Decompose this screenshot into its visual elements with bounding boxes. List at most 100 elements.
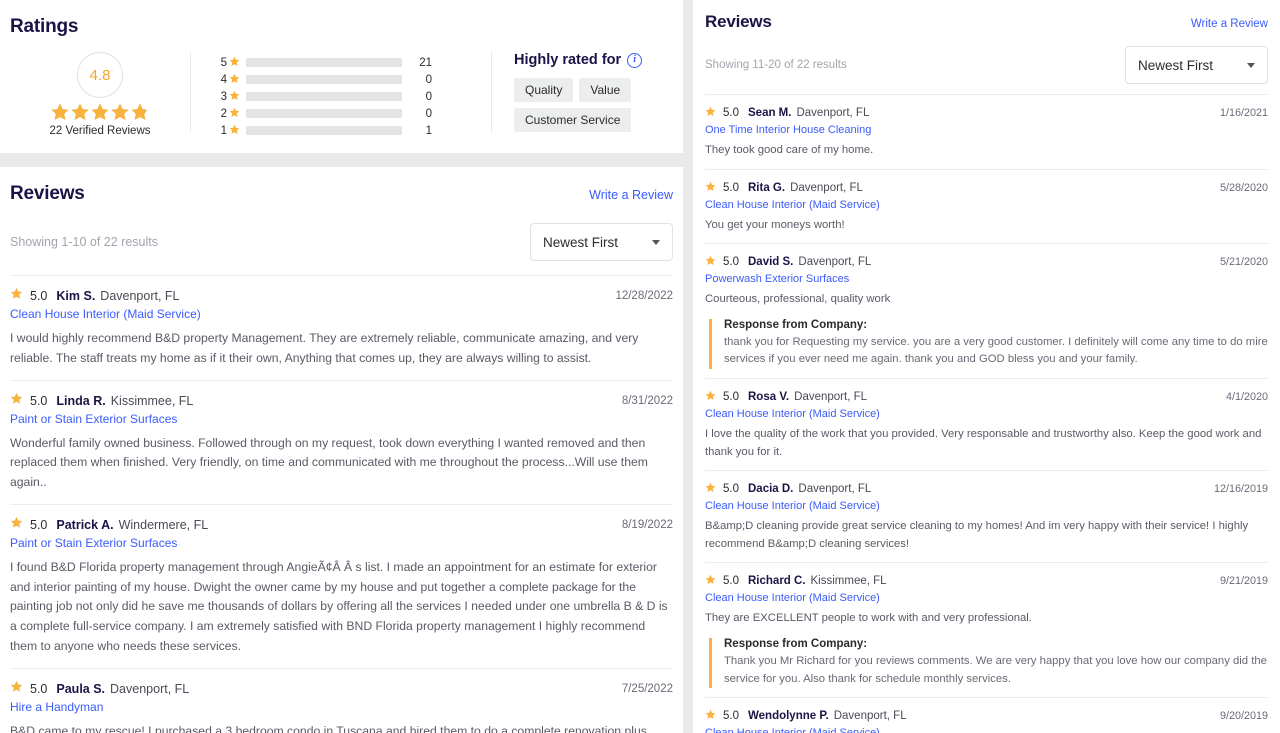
ratings-card: Ratings 4.8 22 Verified Reviews 5 21 4 0 3 0 2…	[0, 0, 683, 153]
reviews-heading: Reviews	[705, 12, 772, 31]
reviewer-name: Patrick A.	[56, 517, 114, 532]
review-score: 5.0	[30, 681, 48, 696]
histogram-count: 0	[425, 107, 432, 120]
histogram-row[interactable]: 5 21	[216, 54, 491, 71]
average-score: 4.8	[77, 52, 123, 98]
review-service-link[interactable]: Paint or Stain Exterior Surfaces	[10, 536, 673, 550]
reviewer-location: Davenport, FL	[798, 256, 872, 268]
star-icon	[705, 480, 716, 498]
highly-rated-heading: Highly rated for i	[514, 52, 643, 68]
reviewer-location: Davenport, FL	[790, 181, 863, 194]
left-column: Ratings 4.8 22 Verified Reviews 5 21 4 0 3 0 2…	[0, 0, 683, 733]
review-service-link[interactable]: Clean House Interior (Maid Service)	[705, 727, 1268, 733]
review-service-link[interactable]: Clean House Interior (Maid Service)	[705, 500, 1268, 512]
review-header: 5.0 David S. Davenport, FL 5/21/2020	[705, 253, 1268, 271]
reviewer-name: Paula S.	[56, 681, 106, 696]
review-service-link[interactable]: Clean House Interior (Maid Service)	[705, 408, 1268, 420]
histogram-bar-track	[246, 109, 402, 118]
review-service-link[interactable]: Paint or Stain Exterior Surfaces	[10, 412, 673, 426]
histogram-row[interactable]: 30	[216, 88, 491, 105]
column-separator	[683, 0, 693, 733]
review-item: 5.0 Richard C. Kissimmee, FL 9/21/2019 Clean…	[705, 562, 1268, 697]
company-response-title: Response from Company:	[724, 637, 868, 650]
reviewer-location: Davenport, FL	[833, 710, 907, 723]
company-response-title: Response from Company:	[724, 318, 868, 331]
review-item: 5.0 Dacia D. Davenport, FL 12/16/2019 Clean …	[705, 470, 1268, 562]
review-item: 5.0 Linda R. Kissimmee, FL 8/31/2022 Paint o…	[10, 379, 673, 504]
histogram-count: 0	[425, 90, 432, 103]
reviewer-name: Dacia D.	[748, 483, 794, 496]
histogram-star-label: 5	[220, 56, 227, 69]
review-score: 5.0	[30, 289, 48, 303]
review-header: 5.0 Kim S. Davenport, FL 12/28/2022	[10, 287, 673, 305]
write-review-link[interactable]: Write a Review	[589, 188, 673, 202]
reviewer-location: Davenport, FL	[110, 681, 190, 696]
review-header: 5.0 Dacia D. Davenport, FL 12/16/2019	[705, 480, 1268, 498]
company-response: Response from Company: thank you for Requ…	[709, 318, 1268, 370]
review-item: 5.0 Rosa V. Davenport, FL 4/1/2020 Clean Hou…	[705, 378, 1268, 470]
reviewer-name: Rita G.	[748, 181, 786, 194]
sort-dropdown-value: Newest First	[1138, 57, 1214, 73]
left-reviews-panel: Reviews Write a Review Showing 1-10 of 2…	[0, 167, 683, 733]
highly-rated-chip[interactable]: Customer Service	[514, 108, 632, 132]
review-item: 5.0 Patrick A. Windermere, FL 8/19/2022 Pain…	[10, 503, 673, 668]
reviews-subheader: Showing 1-10 of 22 results Newest First	[10, 223, 673, 275]
review-date: 7/25/2022	[621, 682, 673, 695]
histogram-row[interactable]: 20	[216, 105, 491, 122]
histogram-bar-track	[246, 75, 402, 84]
histogram-row[interactable]: 40	[216, 71, 491, 88]
section-separator	[0, 153, 683, 167]
left-review-list: 5.0 Kim S. Davenport, FL 12/28/2022 Clean Ho…	[10, 275, 673, 733]
review-body: They took good care of my home.	[705, 144, 874, 156]
histogram-bar-track	[246, 126, 402, 135]
sort-dropdown[interactable]: Newest First	[530, 223, 673, 261]
review-score: 5.0	[723, 710, 739, 723]
review-date: 12/28/2022	[615, 290, 673, 302]
review-service-link[interactable]: Clean House Interior (Maid Service)	[705, 199, 1268, 211]
review-date: 12/16/2019	[1213, 483, 1268, 496]
highly-rated-chips-row-1: Quality Value	[514, 78, 642, 102]
reviewer-location: Windermere, FL	[118, 517, 209, 532]
right-review-list: 5.0 Sean M. Davenport, FL 1/16/2021 One Time…	[705, 94, 1268, 733]
reviewer-name: Sean M.	[748, 107, 792, 119]
review-item: 5.0 Paula S. Davenport, FL 7/25/2022 Hire a …	[10, 667, 673, 733]
reviewer-location: Davenport, FL	[798, 483, 872, 496]
info-icon[interactable]: i	[627, 52, 643, 68]
reviews-heading: Reviews	[10, 183, 85, 204]
review-service-link[interactable]: One Time Interior House Cleaning	[705, 124, 1268, 136]
review-body: They are EXCELLENT people to work with a…	[705, 612, 1032, 625]
highly-rated-label: Highly rated for	[514, 52, 622, 68]
review-date: 8/19/2022	[621, 518, 673, 531]
review-service-link[interactable]: Clean House Interior (Maid Service)	[10, 307, 673, 321]
star-icon	[229, 71, 240, 89]
review-score: 5.0	[30, 393, 48, 408]
highly-rated-chip[interactable]: Value	[579, 78, 632, 102]
review-header: 5.0 Rosa V. Davenport, FL 4/1/2020	[705, 388, 1268, 406]
review-service-link[interactable]: Clean House Interior (Maid Service)	[705, 592, 1268, 604]
review-service-link[interactable]: Powerwash Exterior Surfaces	[705, 273, 1268, 285]
reviews-header: Reviews Write a Review	[10, 167, 673, 205]
highly-rated-chip[interactable]: Quality	[514, 78, 574, 102]
highly-rated-for-block: Highly rated for i Quality Value Customer…	[492, 48, 643, 138]
review-header: 5.0 Linda R. Kissimmee, FL 8/31/2022	[10, 392, 673, 410]
review-item: 5.0 Wendolynne P. Davenport, FL 9/20/2019 Cl…	[705, 697, 1268, 733]
review-service-link[interactable]: Hire a Handyman	[10, 700, 673, 714]
star-icon	[705, 388, 716, 406]
sort-dropdown[interactable]: Newest First	[1125, 46, 1268, 84]
reviewer-location: Davenport, FL	[100, 289, 180, 303]
star-icon	[229, 122, 240, 140]
histogram-star-label: 2	[220, 107, 227, 120]
review-score: 5.0	[723, 256, 739, 268]
review-body: I love the quality of the work that you …	[705, 428, 1262, 458]
company-response-body: Thank you Mr Richard for you reviews com…	[724, 654, 1267, 685]
histogram-row[interactable]: 11	[216, 122, 491, 139]
review-body: I found B&D Florida property management …	[10, 559, 668, 653]
right-column: Reviews Write a Review Showing 11-20 of …	[693, 0, 1280, 733]
average-star-rating	[50, 102, 150, 122]
review-header: 5.0 Sean M. Davenport, FL 1/16/2021	[705, 104, 1268, 122]
write-review-link[interactable]: Write a Review	[1191, 18, 1268, 30]
review-date: 9/21/2019	[1219, 575, 1268, 588]
review-body: I would highly recommend B&D property Ma…	[10, 331, 639, 365]
reviews-header: Reviews Write a Review	[705, 0, 1268, 32]
review-header: 5.0 Paula S. Davenport, FL 7/25/2022	[10, 680, 673, 698]
